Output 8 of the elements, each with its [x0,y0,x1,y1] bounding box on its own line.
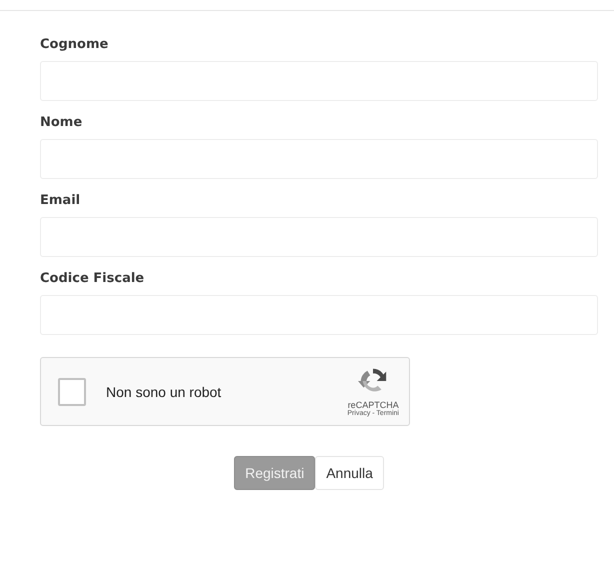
cancel-button[interactable]: Annulla [315,456,384,490]
field-label: Email [40,193,82,208]
captcha-label: Non sono un robot [106,384,222,400]
field-label: Nome [40,115,84,130]
captcha-brand: reCAPTCHA [348,400,399,410]
checkbox[interactable] [58,378,86,406]
field-label: Codice Fiscale [40,271,146,286]
field-label: Cognome [40,37,110,52]
